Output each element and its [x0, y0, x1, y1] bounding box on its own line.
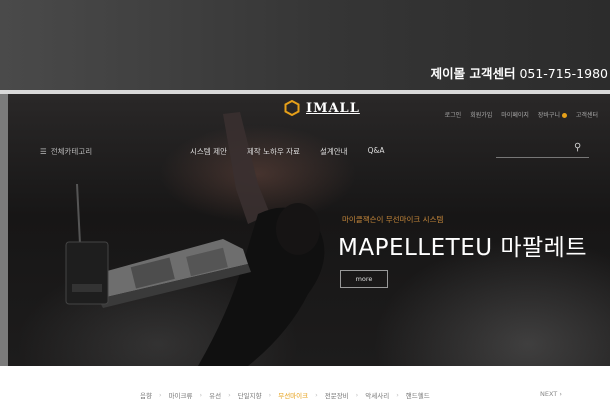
all-categories-label: 전체카테고리 [50, 147, 93, 156]
breadcrumb-item[interactable]: 마이크류 [169, 390, 193, 400]
all-categories-button[interactable]: ☰ 전체카테고리 [40, 146, 92, 157]
hero-banner: IMALL 로그인 회원가입 마이페이지 장바구니 고객센터 ☰ 전체카테고리 … [8, 94, 610, 366]
util-link-mypage[interactable]: 마이페이지 [501, 110, 529, 119]
breadcrumb-item[interactable]: 핸드헬드 [406, 390, 430, 400]
breadcrumb-separator: › [396, 391, 399, 399]
breadcrumb-separator: › [228, 391, 231, 399]
customer-center-label: 제이몰 고객센터 [430, 66, 516, 81]
breadcrumb-separator: › [315, 391, 318, 399]
left-edge-strip [0, 94, 8, 366]
logo-hexagon-icon [284, 100, 300, 116]
breadcrumb-separator: › [199, 391, 203, 399]
chevron-right-icon: › [559, 390, 562, 398]
customer-center-phone: 051-715-1980 [519, 66, 608, 81]
utility-links: 로그인 회원가입 마이페이지 장바구니 고객센터 [445, 110, 598, 119]
breadcrumb-item[interactable]: 음향 [140, 390, 152, 400]
top-header-band: 제이몰 고객센터 051-715-1980 [0, 0, 610, 90]
breadcrumb-item[interactable]: 전문장비 [325, 390, 349, 400]
breadcrumb-separator: › [158, 391, 162, 399]
breadcrumb-item[interactable]: 단일지향 [238, 390, 262, 400]
breadcrumb-separator: › [355, 391, 359, 399]
breadcrumb-item[interactable]: 악세사리 [365, 390, 389, 400]
more-button[interactable]: more [340, 270, 388, 288]
breadcrumb-item[interactable]: 유선 [209, 390, 221, 400]
cart-badge-icon [561, 113, 567, 118]
search-input[interactable] [496, 157, 589, 158]
util-link-cart[interactable]: 장바구니 [538, 110, 567, 119]
customer-center-info: 제이몰 고객센터 051-715-1980 [431, 63, 608, 82]
hero-subtitle: 마이클잭슨이 무선마이크 시스템 [342, 215, 444, 224]
util-link-support[interactable]: 고객센터 [576, 110, 598, 119]
category-bar: 음향 › 마이크류 › 유선 › 단일지향 › 무선마이크 › 전문장비 › 악… [0, 366, 610, 414]
site-logo[interactable]: IMALL [284, 100, 360, 116]
nav-item-qna[interactable]: Q&A [368, 146, 385, 157]
util-link-login[interactable]: 로그인 [445, 110, 462, 119]
main-nav: 시스템 제안 제작 노하우 자료 설계안내 Q&A [190, 146, 384, 157]
breadcrumb: 음향 › 마이크류 › 유선 › 단일지향 › 무선마이크 › 전문장비 › 악… [140, 390, 430, 400]
breadcrumb-item-active[interactable]: 무선마이크 [278, 390, 308, 400]
search-icon[interactable]: ⚲ [574, 142, 581, 153]
util-link-join[interactable]: 회원가입 [470, 110, 492, 119]
nav-item-system[interactable]: 시스템 제안 [190, 146, 227, 157]
nav-item-knowhow[interactable]: 제작 노하우 자료 [247, 146, 300, 157]
breadcrumb-separator: › [268, 391, 272, 399]
logo-text: IMALL [306, 100, 360, 116]
menu-icon: ☰ [40, 147, 47, 156]
nav-item-design[interactable]: 설계안내 [320, 146, 348, 157]
hero-title: MAPELLETEU 마팔레트 [338, 235, 588, 261]
next-button[interactable]: NEXT › [540, 390, 562, 398]
